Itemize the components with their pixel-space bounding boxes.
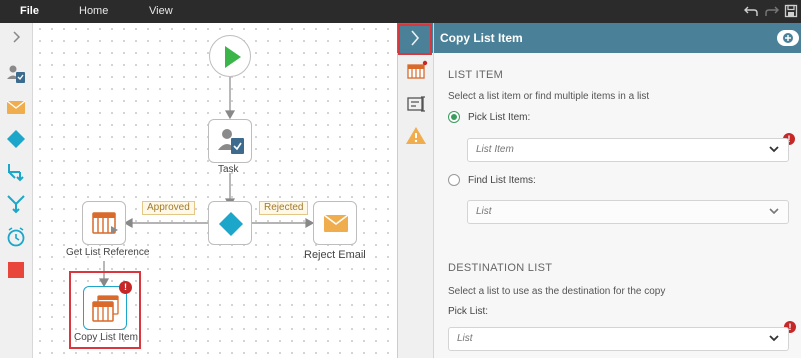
- chevron-down-icon: [769, 146, 779, 153]
- split-icon[interactable]: [5, 193, 27, 215]
- get-list-reference-label: Get List Reference: [66, 247, 150, 258]
- decision-icon: [219, 212, 243, 236]
- list-item-dropdown-value: List Item: [476, 144, 514, 155]
- toolbox: [0, 23, 33, 358]
- list-reference-icon: [92, 212, 118, 234]
- redo-icon[interactable]: [765, 4, 779, 18]
- pick-list-item-label: Pick List Item:: [468, 111, 531, 123]
- plus-icon: [783, 33, 793, 43]
- copy-list-item-label: Copy List Item: [74, 332, 138, 343]
- get-list-reference-node[interactable]: [82, 201, 126, 245]
- panel-header: Copy List Item: [434, 23, 801, 53]
- menu-home[interactable]: Home: [79, 0, 108, 23]
- menu-bar: File Home View: [0, 0, 801, 23]
- menu-view[interactable]: View: [149, 0, 173, 23]
- copy-list-item-node[interactable]: [83, 286, 127, 330]
- email-icon[interactable]: [5, 96, 27, 118]
- play-icon: [225, 46, 241, 68]
- email-icon: [323, 214, 349, 232]
- pick-list-item-radio[interactable]: Pick List Item:: [448, 109, 530, 125]
- pick-list-label: Pick List:: [448, 306, 489, 317]
- destination-section-title: DESTINATION LIST: [448, 262, 553, 274]
- chevron-down-icon: [769, 208, 779, 215]
- pick-list-dropdown-value: List: [457, 333, 473, 344]
- decision-icon[interactable]: [5, 128, 27, 150]
- timer-icon[interactable]: [5, 226, 27, 248]
- properties-panel: Copy List Item LIST ITEM Select a list i…: [433, 23, 801, 358]
- list-item-section-title: LIST ITEM: [448, 69, 504, 81]
- start-node[interactable]: [209, 35, 251, 77]
- find-list-items-radio[interactable]: Find List Items:: [448, 172, 536, 188]
- merge-icon[interactable]: [5, 161, 27, 183]
- menu-file[interactable]: File: [20, 0, 39, 23]
- save-icon[interactable]: [784, 4, 798, 18]
- undo-icon[interactable]: [744, 4, 758, 18]
- user-task-icon[interactable]: [5, 63, 27, 85]
- decision-node[interactable]: [208, 201, 252, 245]
- find-list-dropdown[interactable]: List: [467, 200, 789, 224]
- warning-tab-icon[interactable]: [404, 124, 428, 148]
- task-node[interactable]: [208, 119, 252, 163]
- workflow-canvas[interactable]: Task Get List Reference Reject Email App…: [34, 23, 397, 358]
- error-icon: !: [119, 281, 132, 294]
- radio-checked-icon: [448, 111, 460, 123]
- add-panel-button[interactable]: [777, 30, 799, 46]
- radio-unchecked-icon: [448, 174, 460, 186]
- copy-list-icon: [92, 295, 119, 322]
- find-list-items-label: Find List Items:: [468, 174, 536, 186]
- approved-tag: Approved: [142, 201, 195, 215]
- reject-email-node[interactable]: [313, 201, 357, 245]
- user-task-icon: [218, 129, 244, 154]
- list-properties-tab-icon[interactable]: [404, 59, 428, 83]
- list-item-description: Select a list item or find multiple item…: [448, 91, 650, 102]
- end-icon[interactable]: [5, 259, 27, 281]
- list-item-dropdown[interactable]: List Item: [467, 138, 789, 162]
- find-list-dropdown-value: List: [476, 206, 492, 217]
- expand-toolbox-icon[interactable]: [8, 29, 24, 45]
- pick-list-dropdown[interactable]: List: [448, 327, 789, 351]
- panel-tabs: [397, 23, 433, 358]
- form-tab-icon[interactable]: [404, 92, 428, 116]
- rejected-tag: Rejected: [259, 201, 309, 215]
- destination-description: Select a list to use as the destination …: [448, 286, 666, 297]
- chevron-down-icon: [769, 335, 779, 342]
- toggle-highlight: [398, 24, 432, 55]
- task-label: Task: [218, 164, 239, 175]
- panel-title: Copy List Item: [440, 31, 523, 45]
- reject-email-label: Reject Email: [304, 249, 366, 261]
